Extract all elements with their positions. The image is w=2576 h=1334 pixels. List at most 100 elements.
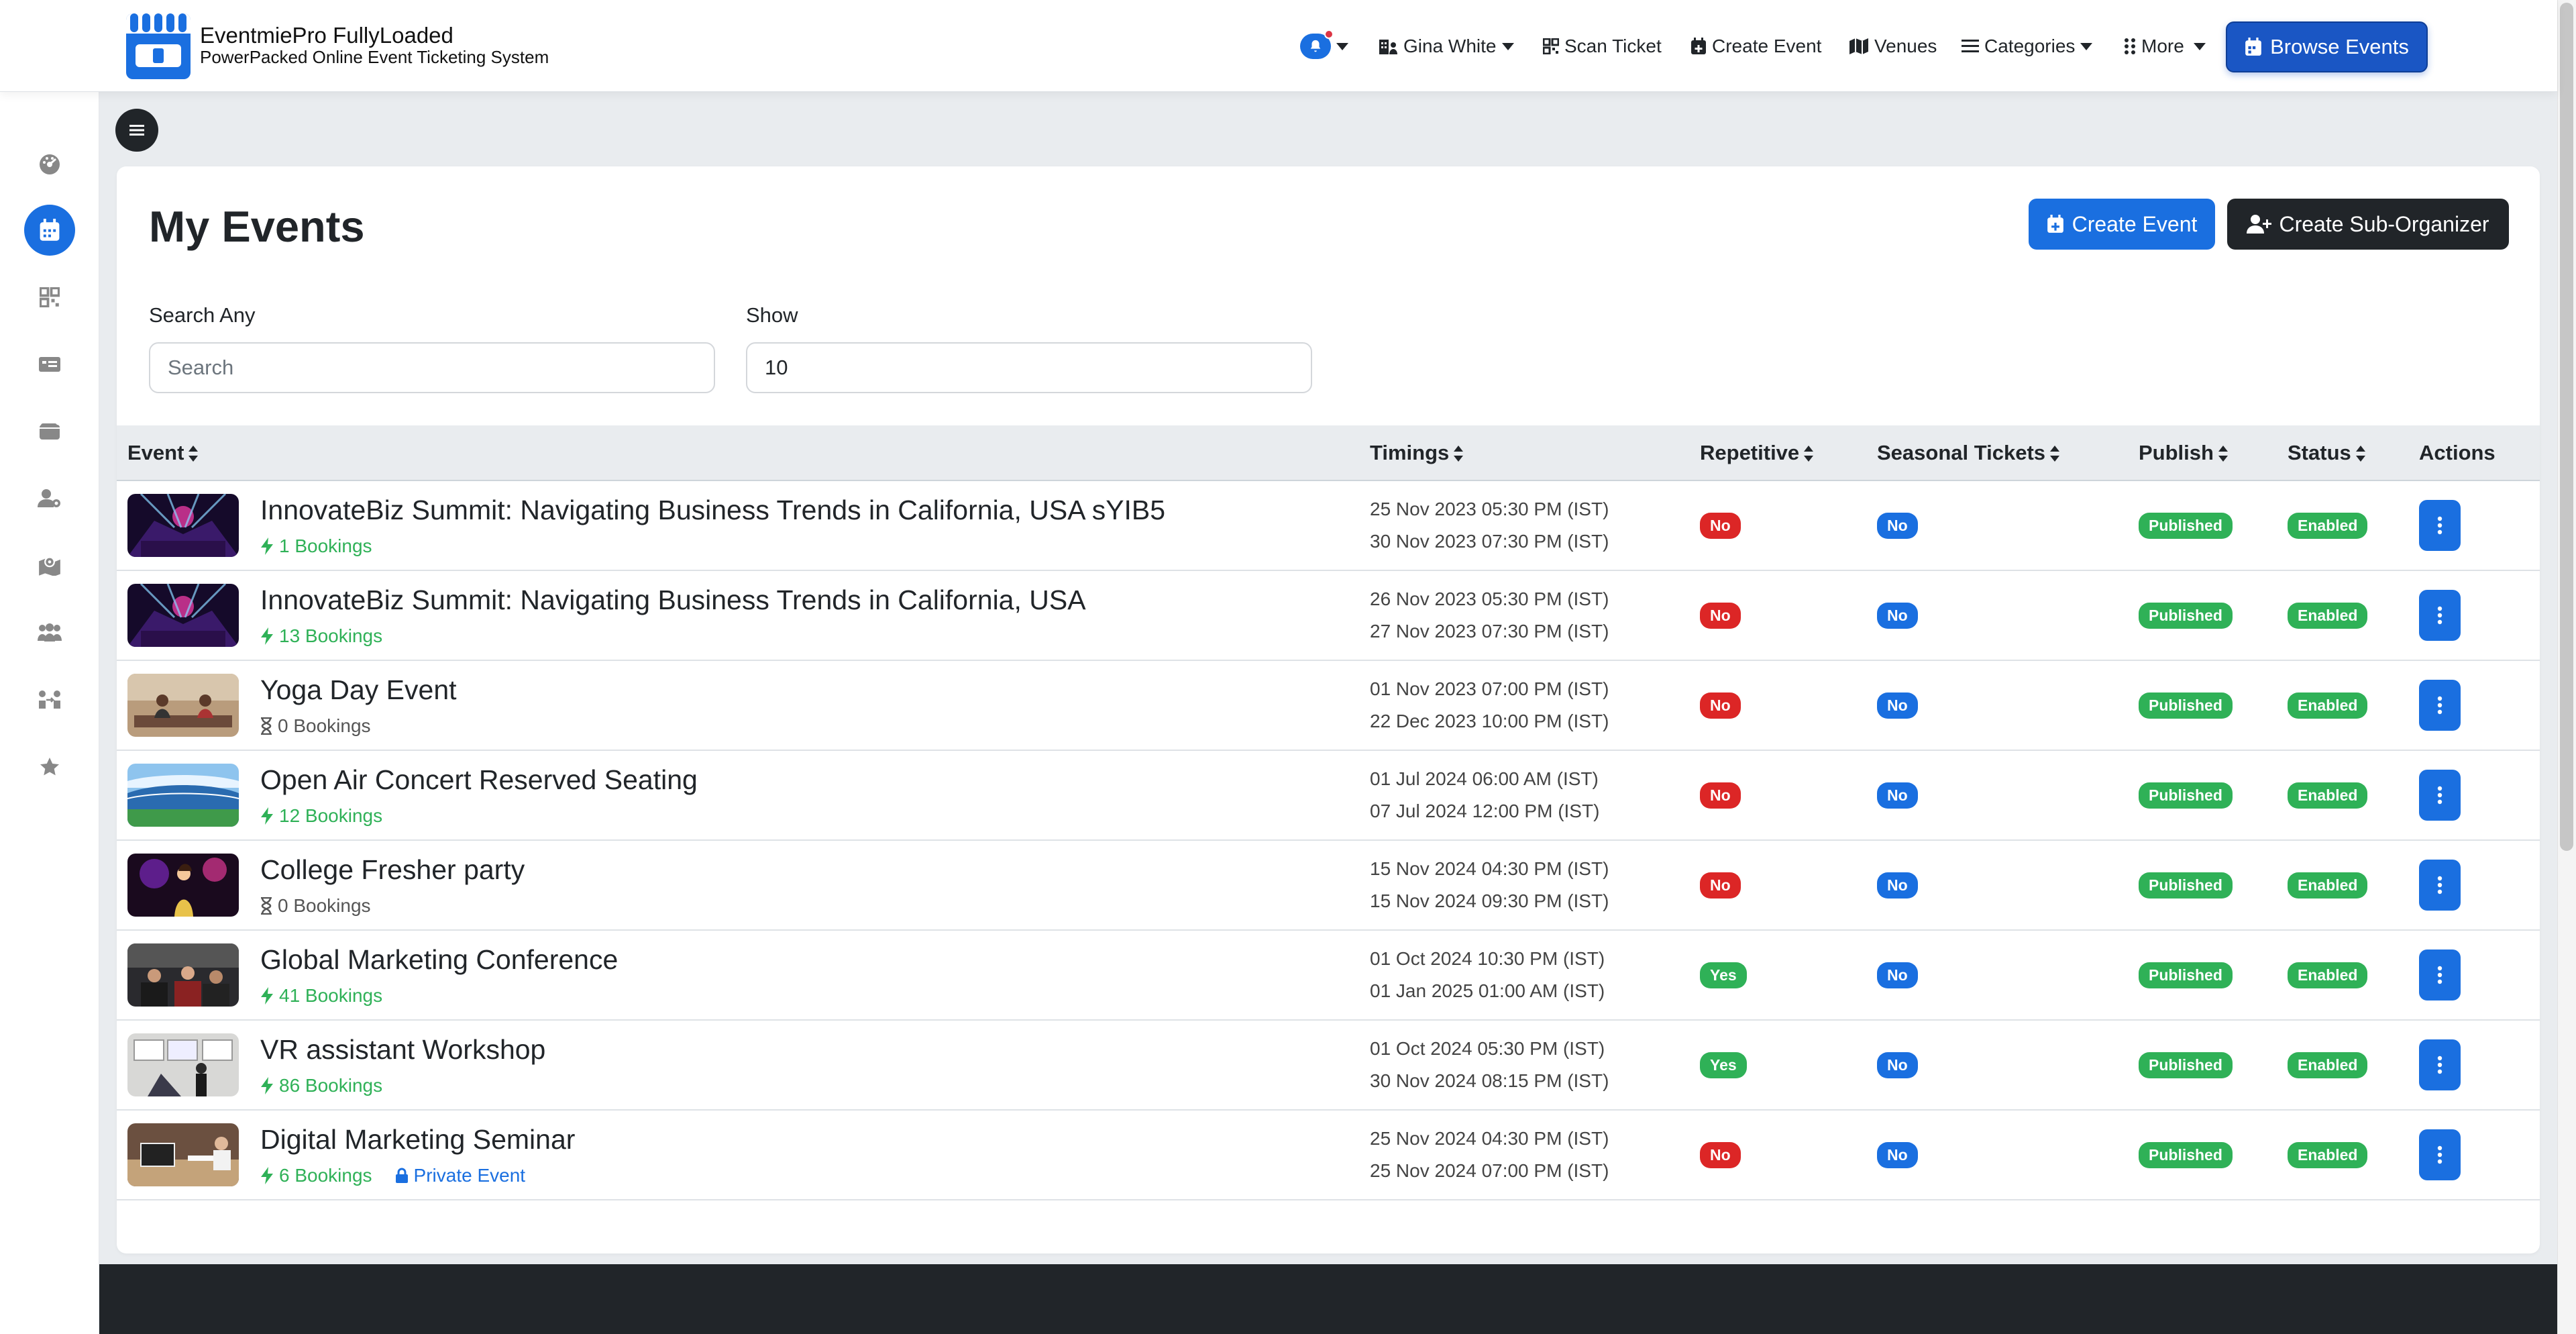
column-header-timings[interactable]: Timings	[1370, 425, 1700, 481]
event-name-link[interactable]: InnovateBiz Summit: Navigating Business …	[260, 495, 1165, 526]
scrollbar-thumb[interactable]	[2560, 3, 2573, 851]
publish-badge: Published	[2139, 782, 2233, 809]
publish-badge: Published	[2139, 1141, 2233, 1168]
sidebar-item-scan[interactable]	[24, 272, 75, 323]
event-end-time: 07 Jul 2024 12:00 PM (IST)	[1370, 801, 1600, 821]
row-actions-button[interactable]	[2419, 590, 2461, 641]
create-sub-organizer-label: Create Sub-Organizer	[2279, 211, 2489, 236]
table-row: Digital Marketing Seminar 6 Bookings Priva…	[117, 1110, 2540, 1200]
table-row: Yoga Day Event 0 Bookings 01 Nov 2023 07:0…	[117, 660, 2540, 750]
event-start-time: 25 Nov 2024 04:30 PM (IST)	[1370, 1128, 1609, 1149]
create-event-link[interactable]: Create Event	[1690, 20, 1821, 72]
sidebar-item-tickets[interactable]	[24, 339, 75, 390]
table-row: InnovateBiz Summit: Navigating Business …	[117, 570, 2540, 660]
event-thumbnail[interactable]	[127, 854, 239, 917]
column-header-seasonal[interactable]: Seasonal Tickets	[1877, 425, 2139, 481]
row-actions-button[interactable]	[2419, 1039, 2461, 1090]
row-actions-button[interactable]	[2419, 770, 2461, 821]
row-actions-button[interactable]	[2419, 860, 2461, 911]
sort-icon	[1804, 446, 1814, 462]
create-sub-organizer-button[interactable]: Create Sub-Organizer	[2227, 199, 2509, 250]
event-bookings: 41 Bookings	[260, 985, 618, 1007]
show-entries-input[interactable]	[746, 342, 1312, 393]
sidebar-item-organisers[interactable]	[24, 674, 75, 725]
map-location-icon	[39, 556, 60, 576]
more-dropdown[interactable]: More	[2124, 20, 2206, 72]
event-thumbnail[interactable]	[127, 584, 239, 647]
sidebar-item-reviews[interactable]	[24, 741, 75, 792]
repetitive-badge: No	[1700, 872, 1741, 899]
event-name-link[interactable]: Global Marketing Conference	[260, 944, 618, 976]
event-start-time: 01 Oct 2024 10:30 PM (IST)	[1370, 948, 1605, 969]
repetitive-badge: Yes	[1700, 962, 1747, 988]
ellipsis-vertical-icon	[2437, 876, 2443, 894]
event-name-link[interactable]: College Fresher party	[260, 854, 525, 886]
private-event-label: Private Event	[395, 1165, 525, 1186]
status-badge: Enabled	[2288, 1051, 2368, 1078]
sidebar-item-attendees[interactable]	[24, 607, 75, 658]
publish-badge: Published	[2139, 692, 2233, 719]
event-bookings: 6 Bookings Private Event	[260, 1165, 575, 1186]
column-header-repetitive[interactable]: Repetitive	[1700, 425, 1877, 481]
sidebar-item-events[interactable]	[24, 205, 75, 256]
sidebar-item-venues[interactable]	[24, 540, 75, 591]
star-icon	[40, 758, 59, 776]
table-row: InnovateBiz Summit: Navigating Business …	[117, 480, 2540, 570]
categories-dropdown[interactable]: Categories	[1962, 20, 2093, 72]
people-arrows-icon	[39, 690, 60, 709]
column-header-event[interactable]: Event	[117, 425, 1370, 481]
sidebar-item-wallet[interactable]	[24, 406, 75, 457]
user-menu[interactable]: Gina White	[1378, 20, 1514, 72]
publish-badge: Published	[2139, 962, 2233, 988]
row-actions-button[interactable]	[2419, 680, 2461, 731]
sidebar-toggle-button[interactable]	[115, 109, 158, 152]
create-event-button[interactable]: Create Event	[2029, 199, 2215, 250]
browse-events-button[interactable]: Browse Events	[2226, 21, 2428, 72]
event-name-link[interactable]: Open Air Concert Reserved Seating	[260, 764, 698, 796]
event-thumbnail[interactable]	[127, 674, 239, 737]
sort-icon	[1454, 446, 1464, 462]
event-name-link[interactable]: VR assistant Workshop	[260, 1034, 545, 1066]
sort-icon	[2218, 446, 2228, 462]
row-actions-button[interactable]	[2419, 500, 2461, 551]
browse-events-label: Browse Events	[2270, 35, 2409, 58]
brand-logo[interactable]	[126, 13, 191, 79]
ellipsis-vertical-icon	[2437, 966, 2443, 984]
brand-title[interactable]: EventmiePro FullyLoaded	[200, 23, 453, 48]
event-bookings: 1 Bookings	[260, 535, 1165, 557]
column-header-status[interactable]: Status	[2288, 425, 2419, 481]
event-thumbnail[interactable]	[127, 494, 239, 557]
calendar-icon	[40, 219, 60, 241]
repetitive-badge: No	[1700, 782, 1741, 809]
repetitive-badge: No	[1700, 692, 1741, 719]
event-start-time: 15 Nov 2024 04:30 PM (IST)	[1370, 858, 1609, 879]
repetitive-badge: No	[1700, 602, 1741, 629]
column-header-publish[interactable]: Publish	[2139, 425, 2288, 481]
event-name-link[interactable]: Digital Marketing Seminar	[260, 1124, 575, 1156]
ellipsis-vertical-icon	[2437, 1056, 2443, 1074]
event-thumbnail[interactable]	[127, 764, 239, 827]
event-thumbnail[interactable]	[127, 943, 239, 1007]
qr-code-icon	[40, 287, 60, 307]
table-row: College Fresher party 0 Bookings 15 Nov 20…	[117, 840, 2540, 930]
more-label: More	[2141, 36, 2184, 56]
sidebar-item-users[interactable]	[24, 473, 75, 524]
table-header-row: Event Timings Repetitive Seasonal Ticket…	[117, 425, 2540, 481]
notifications-dropdown[interactable]	[1300, 20, 1348, 72]
event-name-link[interactable]: Yoga Day Event	[260, 674, 457, 706]
scan-ticket-link[interactable]: Scan Ticket	[1543, 20, 1662, 72]
calendar-icon	[2245, 38, 2261, 56]
publish-badge: Published	[2139, 602, 2233, 629]
row-actions-button[interactable]	[2419, 950, 2461, 1000]
event-thumbnail[interactable]	[127, 1033, 239, 1096]
venues-link[interactable]: Venues	[1849, 20, 1937, 72]
create-event-button-label: Create Event	[2072, 211, 2198, 236]
event-thumbnail[interactable]	[127, 1123, 239, 1186]
row-actions-button[interactable]	[2419, 1129, 2461, 1180]
sidebar-item-dashboard[interactable]	[24, 139, 75, 190]
search-input[interactable]	[149, 342, 715, 393]
event-name-link[interactable]: InnovateBiz Summit: Navigating Business …	[260, 584, 1086, 616]
chevron-down-icon	[1336, 42, 1348, 50]
calendar-plus-icon	[1691, 38, 1706, 54]
bars-icon	[129, 125, 144, 136]
